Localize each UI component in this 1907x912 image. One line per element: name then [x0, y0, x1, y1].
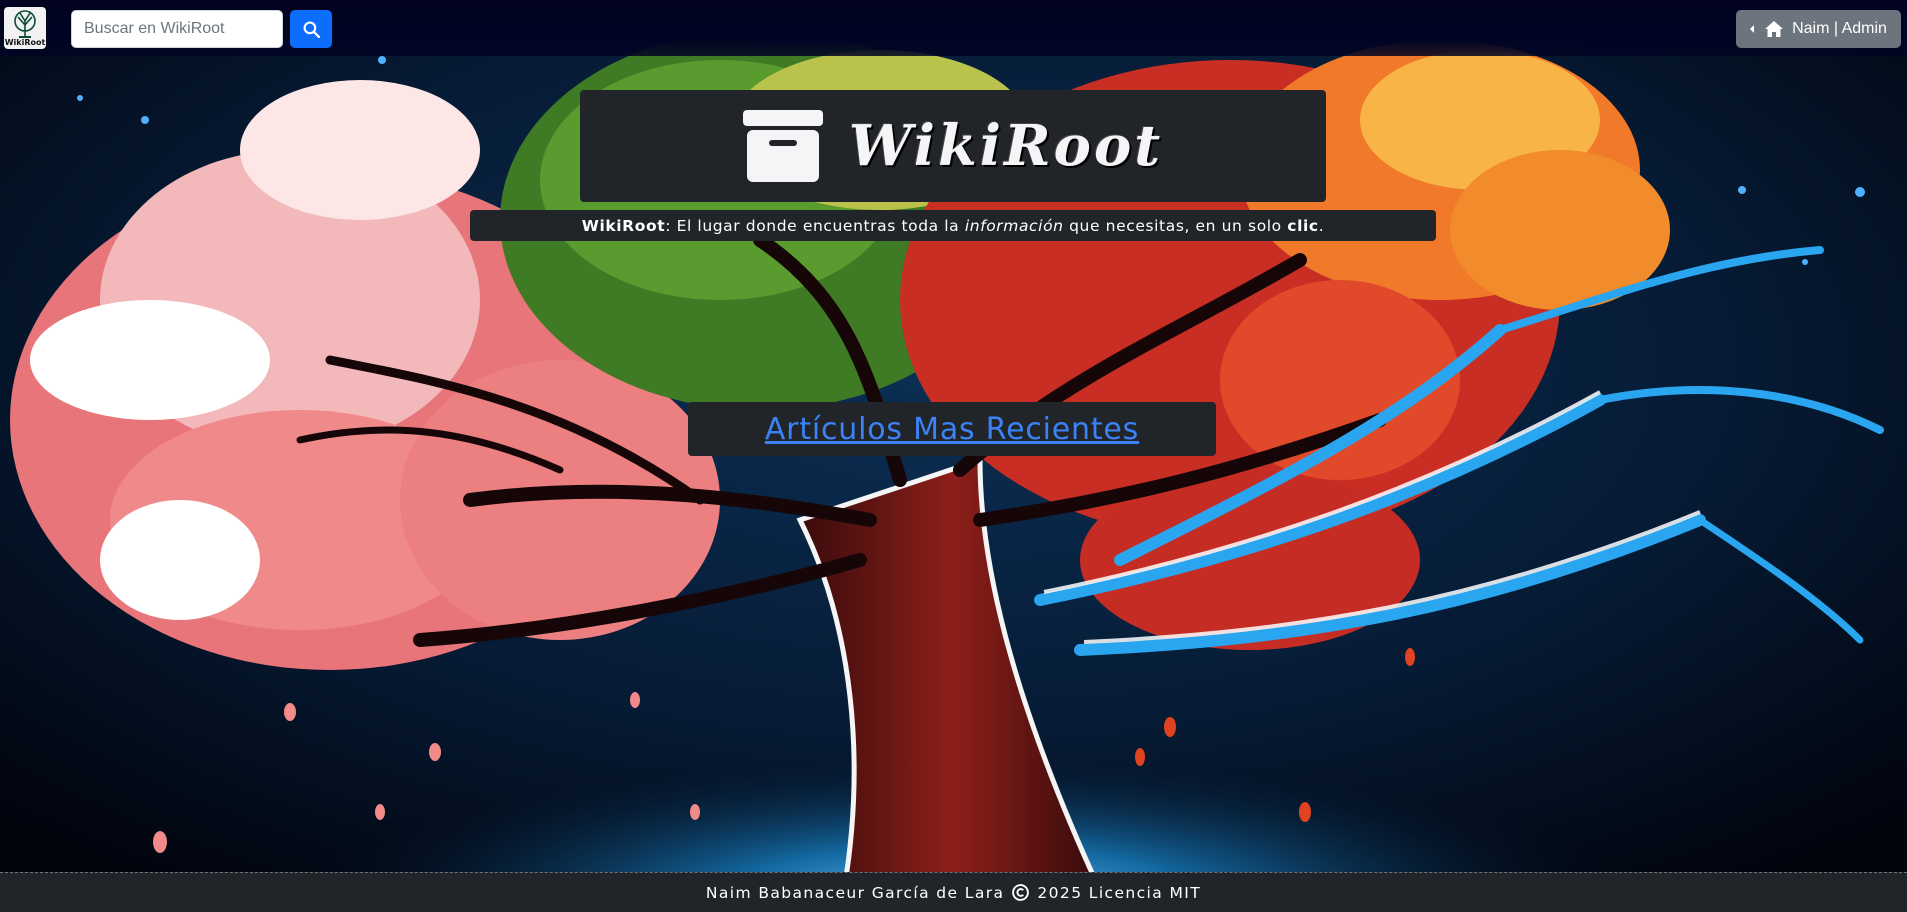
tagline: WikiRoot: El lugar donde encuentras toda…: [470, 210, 1436, 241]
brand-banner: WikiRoot: [580, 90, 1326, 202]
home-icon: [1765, 21, 1784, 37]
tagline-strong: clic: [1287, 216, 1319, 235]
footer-author: Naim Babanaceur García de Lara: [705, 883, 1005, 902]
recent-articles-link[interactable]: Artículos Mas Recientes: [765, 412, 1139, 447]
tree-icon: [14, 10, 36, 38]
recent-articles-panel: Artículos Mas Recientes: [688, 402, 1216, 456]
tagline-end: .: [1318, 216, 1325, 235]
footer-license: 2025 Licencia MIT: [1037, 883, 1202, 902]
user-menu-button[interactable]: Naim | Admin: [1736, 10, 1901, 48]
tagline-brand: WikiRoot: [581, 216, 666, 235]
search-input[interactable]: [71, 10, 283, 48]
tagline-text-1: : El lugar donde encuentras toda la: [665, 216, 965, 235]
search-button[interactable]: [290, 10, 332, 48]
caret-left-icon: [1750, 25, 1755, 33]
footer: Naim Babanaceur García de Lara 2025 Lice…: [0, 872, 1907, 912]
copyright-icon: [1012, 884, 1030, 901]
search-icon: [303, 21, 320, 38]
top-navbar: WikiRoot Naim | Admin: [0, 0, 1907, 56]
user-menu-label: Naim | Admin: [1792, 20, 1887, 37]
tagline-text-2: que necesitas, en un solo: [1063, 216, 1288, 235]
wikiroot-logo[interactable]: WikiRoot: [4, 7, 46, 49]
logo-text: WikiRoot: [4, 38, 46, 47]
archive-box-icon: [742, 110, 823, 182]
brand-title: WikiRoot: [848, 113, 1164, 179]
tagline-emphasis: información: [964, 216, 1064, 235]
